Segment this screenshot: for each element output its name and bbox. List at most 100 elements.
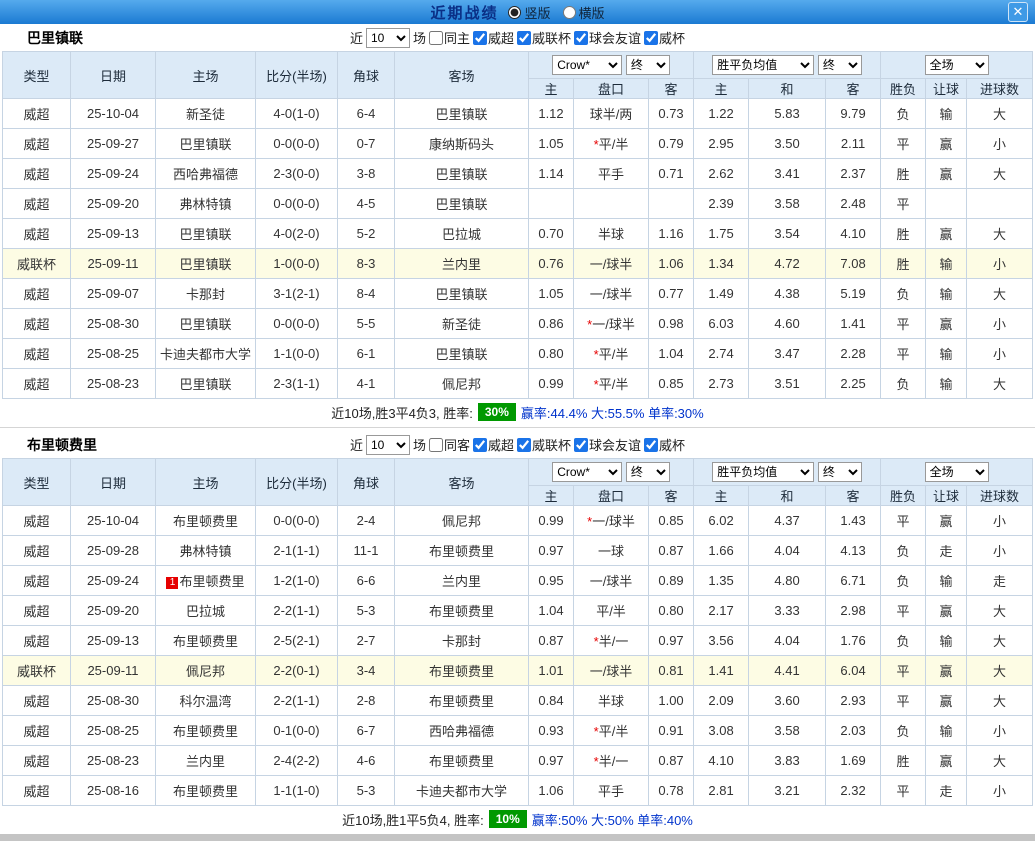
col-home: 主场: [156, 52, 256, 99]
league-filter-wlsuper[interactable]: 威超: [473, 435, 514, 454]
close-button[interactable]: ✕: [1008, 2, 1028, 22]
match-row: 威超25-09-20弗林特镇0-0(0-0)4-5巴里镇联2.393.582.4…: [3, 189, 1033, 219]
away-team-cell: 布里顿费里: [395, 596, 529, 626]
league-filter-friendly[interactable]: 球会友谊: [574, 435, 641, 454]
league-filter-wllcup[interactable]: 威联杯: [517, 28, 571, 47]
same-venue-filter[interactable]: 同客: [429, 435, 470, 454]
goals-result-cell: 大: [967, 626, 1033, 656]
goals-result-cell: 大: [967, 279, 1033, 309]
league-filter-wllcup[interactable]: 威联杯: [517, 435, 571, 454]
summary-text: 近10场,胜1平5负4, 胜率:: [342, 810, 484, 829]
win-avg-cell: 1.34: [694, 249, 749, 279]
league-type-cell: 威超: [3, 99, 71, 129]
same-venue-filter[interactable]: 同主: [429, 28, 470, 47]
date-cell: 25-08-16: [71, 776, 156, 806]
odds-stage-select[interactable]: 终: [626, 462, 670, 482]
scope-select[interactable]: 全场: [925, 55, 989, 75]
result-cell: 平: [881, 656, 926, 686]
horizontal-scrollbar[interactable]: [0, 834, 1035, 841]
corner-cell: 6-4: [338, 99, 395, 129]
draw-avg-cell: 3.33: [749, 596, 826, 626]
away-team-cell: 康纳斯码头: [395, 129, 529, 159]
europe-stage-select[interactable]: 终: [818, 55, 862, 75]
corner-cell: 2-7: [338, 626, 395, 656]
handicap-result-cell: 赢: [926, 656, 967, 686]
league-filter-wlcup[interactable]: 威杯: [644, 435, 685, 454]
win-avg-cell: 2.74: [694, 339, 749, 369]
date-cell: 25-09-27: [71, 129, 156, 159]
league-filter-wlsuper[interactable]: 威超: [473, 28, 514, 47]
league-type-cell: 威超: [3, 536, 71, 566]
goals-result-cell: 小: [967, 506, 1033, 536]
match-row: 威超25-08-23兰内里2-4(2-2)4-6布里顿费里0.97*半/一0.8…: [3, 746, 1033, 776]
home-team-cell: 卡那封: [156, 279, 256, 309]
match-count-select[interactable]: 10: [366, 28, 410, 48]
match-count-select[interactable]: 10: [366, 435, 410, 455]
league-type-cell: 威超: [3, 776, 71, 806]
handicap-result-cell: 输: [926, 339, 967, 369]
odds-company-select[interactable]: Crow*: [552, 55, 622, 75]
friendly-checkbox[interactable]: [574, 31, 588, 45]
odds-company-select[interactable]: Crow*: [552, 462, 622, 482]
league-type-cell: 威联杯: [3, 656, 71, 686]
league-filter-friendly[interactable]: 球会友谊: [574, 28, 641, 47]
handicap-result-cell: 赢: [926, 506, 967, 536]
goals-result-cell: 小: [967, 309, 1033, 339]
europe-type-select[interactable]: 胜平负均值: [712, 462, 814, 482]
league-filter-wlcup[interactable]: 威杯: [644, 28, 685, 47]
col-result: 胜负: [881, 486, 926, 506]
lose-avg-cell: 1.43: [826, 506, 881, 536]
near-label: 近: [350, 435, 363, 454]
wllcup-checkbox[interactable]: [517, 438, 531, 452]
corner-cell: 0-7: [338, 129, 395, 159]
horizontal-radio[interactable]: [563, 6, 576, 19]
col-odds-home: 主: [529, 486, 574, 506]
col-home: 主场: [156, 459, 256, 506]
goals-result-cell: 大: [967, 159, 1033, 189]
away-odds-cell: 0.91: [649, 716, 694, 746]
goals-result-cell: 大: [967, 746, 1033, 776]
wlcup-checkbox[interactable]: [644, 438, 658, 452]
same-venue-checkbox[interactable]: [429, 438, 443, 452]
same-venue-checkbox[interactable]: [429, 31, 443, 45]
wlcup-checkbox[interactable]: [644, 31, 658, 45]
away-odds-cell: 0.78: [649, 776, 694, 806]
scope-select[interactable]: 全场: [925, 462, 989, 482]
date-cell: 25-09-13: [71, 626, 156, 656]
handicap-cell: 一球: [574, 536, 649, 566]
vertical-radio[interactable]: [508, 6, 521, 19]
layout-option-vertical[interactable]: 竖版: [508, 3, 550, 22]
score-cell: 3-1(2-1): [256, 279, 338, 309]
match-row: 威超25-09-07卡那封3-1(2-1)8-4巴里镇联1.05一/球半0.77…: [3, 279, 1033, 309]
draw-avg-cell: 3.58: [749, 716, 826, 746]
away-odds-cell: 0.85: [649, 506, 694, 536]
europe-stage-select[interactable]: 终: [818, 462, 862, 482]
match-row: 威超25-10-04布里顿费里0-0(0-0)2-4佩尼邦0.99*一/球半0.…: [3, 506, 1033, 536]
odds-stage-select[interactable]: 终: [626, 55, 670, 75]
games-label: 场: [413, 435, 426, 454]
friendly-checkbox[interactable]: [574, 438, 588, 452]
wllcup-checkbox[interactable]: [517, 31, 531, 45]
away-odds-cell: 0.98: [649, 309, 694, 339]
home-odds-cell: 0.99: [529, 369, 574, 399]
col-odds-home: 主: [529, 79, 574, 99]
handicap-cell: 球半/两: [574, 99, 649, 129]
col-type: 类型: [3, 52, 71, 99]
europe-type-select[interactable]: 胜平负均值: [712, 55, 814, 75]
col-score: 比分(半场): [256, 52, 338, 99]
lose-avg-cell: 1.76: [826, 626, 881, 656]
win-avg-cell: 2.95: [694, 129, 749, 159]
win-avg-cell: 4.10: [694, 746, 749, 776]
draw-avg-cell: 3.54: [749, 219, 826, 249]
home-team-cell: 1布里顿费里: [156, 566, 256, 596]
team-name: 布里顿费里: [27, 435, 97, 455]
lose-avg-cell: 6.04: [826, 656, 881, 686]
handicap-cell: 半球: [574, 219, 649, 249]
layout-option-horizontal[interactable]: 横版: [563, 3, 605, 22]
match-row: 威超25-10-04新圣徒4-0(1-0)6-4巴里镇联1.12球半/两0.73…: [3, 99, 1033, 129]
lose-avg-cell: 4.10: [826, 219, 881, 249]
result-cell: 负: [881, 279, 926, 309]
wlsuper-checkbox[interactable]: [473, 438, 487, 452]
wlsuper-checkbox[interactable]: [473, 31, 487, 45]
match-row: 威超25-08-30巴里镇联0-0(0-0)5-5新圣徒0.86*一/球半0.9…: [3, 309, 1033, 339]
